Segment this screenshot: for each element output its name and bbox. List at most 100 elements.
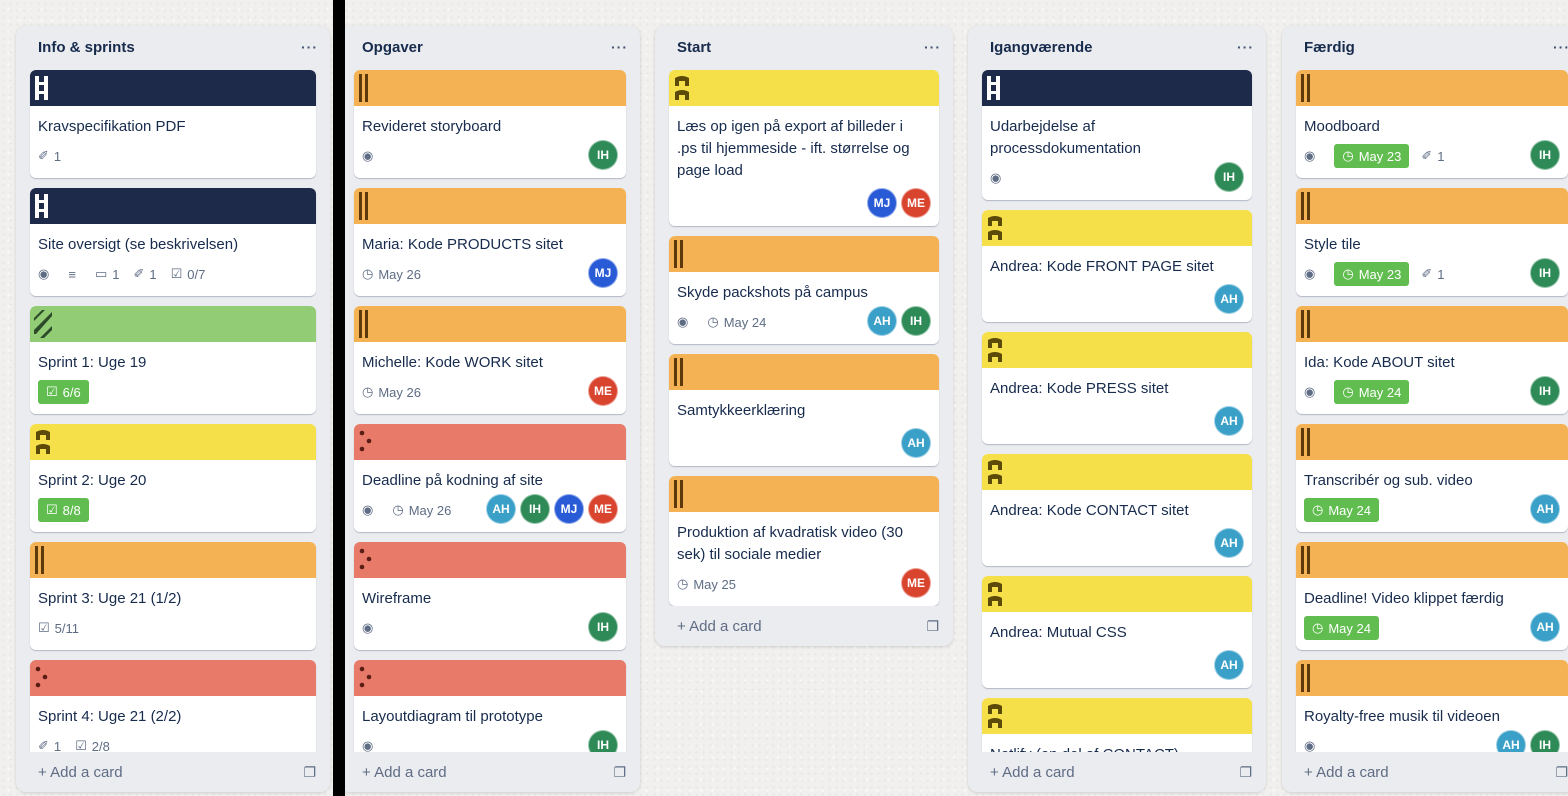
badge-eye: ◉	[362, 502, 378, 518]
card-members: AH	[1210, 406, 1244, 436]
due-date-badge[interactable]: ◷ May 24	[1334, 380, 1410, 404]
add-card-button[interactable]: + Add a card ❐	[16, 752, 330, 792]
card[interactable]: Revideret storyboard ◉ IH	[354, 70, 626, 178]
avatar[interactable]: ME	[588, 494, 618, 524]
avatar[interactable]: AH	[1530, 494, 1560, 524]
card[interactable]: Andrea: Kode FRONT PAGE sitet AH	[982, 210, 1252, 322]
card-title: Maria: Kode PRODUCTS sitet	[362, 236, 563, 253]
paperclip-icon: ✐	[1421, 266, 1433, 281]
avatar[interactable]: IH	[588, 612, 618, 642]
card[interactable]: Skyde packshots på campus ◉ ◷ May 24 AH IH	[669, 236, 939, 344]
add-card-button[interactable]: + Add a card ❐	[655, 606, 953, 646]
cover-pattern-icon	[674, 480, 683, 508]
card[interactable]: Ida: Kode ABOUT sitet ◉ ◷ May 24 IH	[1296, 306, 1568, 414]
clock-icon: ◷	[1312, 502, 1324, 517]
card[interactable]: Sprint 1: Uge 19 ☑ 6/6	[30, 306, 316, 414]
list-title[interactable]: Igangværende	[990, 39, 1093, 70]
card[interactable]: Transcribér og sub. video ◷ May 24 AH	[1296, 424, 1568, 532]
list-title[interactable]: Start	[677, 39, 711, 70]
card-cover	[354, 660, 626, 696]
list-title[interactable]: Færdig	[1304, 39, 1355, 70]
avatar[interactable]: AH	[1530, 612, 1560, 642]
avatar[interactable]: MJ	[554, 494, 584, 524]
card-title: Deadline på kodning af site	[362, 472, 543, 489]
due-date-badge[interactable]: ◷ May 23	[1334, 262, 1410, 286]
checklist-complete-badge[interactable]: ☑ 8/8	[38, 498, 89, 522]
card[interactable]: Kravspecifikation PDF ✐ 1	[30, 70, 316, 178]
template-icon[interactable]: ❐	[926, 618, 939, 635]
card-cover	[354, 424, 626, 460]
avatar[interactable]: AH	[867, 306, 897, 336]
card-cover	[30, 188, 316, 224]
list-title[interactable]: Opgaver	[362, 39, 423, 70]
due-date-badge[interactable]: ◷ May 23	[1334, 144, 1410, 168]
card-members: AH	[1210, 284, 1244, 314]
list-header: Start ···	[655, 26, 953, 70]
eye-icon: ◉	[677, 314, 689, 329]
list-title[interactable]: Info & sprints	[38, 39, 135, 70]
list-menu-icon[interactable]: ···	[924, 39, 941, 70]
avatar[interactable]: IH	[1530, 376, 1560, 406]
list-menu-icon[interactable]: ···	[1553, 39, 1568, 70]
clock-icon: ◷	[362, 384, 374, 399]
avatar[interactable]: AH	[1214, 528, 1244, 558]
card[interactable]: Sprint 2: Uge 20 ☑ 8/8	[30, 424, 316, 532]
avatar[interactable]: AH	[1214, 650, 1244, 680]
avatar[interactable]: IH	[901, 306, 931, 336]
due-date-badge[interactable]: ◷ May 24	[1304, 498, 1379, 522]
template-icon[interactable]: ❐	[613, 764, 626, 781]
add-card-button[interactable]: + Add a card ❐	[968, 752, 1266, 792]
badge-text: 5/11	[54, 620, 79, 636]
add-card-button[interactable]: + Add a card ❐	[1282, 752, 1568, 792]
list-menu-icon[interactable]: ···	[301, 39, 318, 70]
avatar[interactable]: IH	[1530, 140, 1560, 170]
card[interactable]: Sprint 3: Uge 21 (1/2) ☑ 5/11	[30, 542, 316, 650]
card[interactable]: Style tile ◉ ◷ May 23 ✐ 1 IH	[1296, 188, 1568, 296]
avatar[interactable]: IH	[1530, 258, 1560, 288]
due-date-badge[interactable]: ◷ May 24	[1304, 616, 1379, 640]
card-body: Læs op igen på export af billeder i .ps …	[669, 106, 939, 226]
card[interactable]: Michelle: Kode WORK sitet ◷ May 26 ME	[354, 306, 626, 414]
card[interactable]: Udarbejdelse af processdokumentation ◉ IH	[982, 70, 1252, 200]
card[interactable]: Samtykkeerklæring AH	[669, 354, 939, 466]
add-card-button[interactable]: + Add a card ❐	[340, 752, 640, 792]
avatar[interactable]: AH	[1214, 284, 1244, 314]
card[interactable]: Andrea: Kode PRESS sitet AH	[982, 332, 1252, 444]
avatar[interactable]: AH	[486, 494, 516, 524]
avatar[interactable]: MJ	[588, 258, 618, 288]
card-body: Andrea: Mutual CSS AH	[982, 612, 1252, 688]
avatar[interactable]: AH	[1214, 406, 1244, 436]
card[interactable]: Læs op igen på export af billeder i .ps …	[669, 70, 939, 226]
card[interactable]: Moodboard ◉ ◷ May 23 ✐ 1 IH	[1296, 70, 1568, 178]
paperclip-icon: ✐	[1421, 148, 1433, 163]
card[interactable]: Andrea: Mutual CSS AH	[982, 576, 1252, 688]
avatar[interactable]: ME	[901, 188, 931, 218]
card-list: Kravspecifikation PDF ✐ 1 Site oversigt (se…	[16, 70, 330, 768]
avatar[interactable]: IH	[588, 140, 618, 170]
card-title: Site oversigt (se beskrivelsen)	[38, 236, 239, 253]
card[interactable]: Deadline på kodning af site ◉ ◷ May 26 AH IH M…	[354, 424, 626, 532]
card[interactable]: Site oversigt (se beskrivelsen) ◉ ≡ ▭ 1 ✐ 1 ☑ 0/…	[30, 188, 316, 296]
badge-text: May 24	[1328, 502, 1371, 518]
card-cover	[669, 236, 939, 272]
avatar[interactable]: ME	[901, 568, 931, 598]
avatar[interactable]: AH	[901, 428, 931, 458]
card[interactable]: Andrea: Kode CONTACT sitet AH	[982, 454, 1252, 566]
card-title: Royalty-free musik til videoen	[1304, 708, 1500, 725]
list-menu-icon[interactable]: ···	[611, 39, 628, 70]
card-cover	[1296, 70, 1568, 106]
card[interactable]: Deadline! Video klippet færdig ◷ May 24 AH	[1296, 542, 1568, 650]
list-menu-icon[interactable]: ···	[1237, 39, 1254, 70]
avatar[interactable]: MJ	[867, 188, 897, 218]
card[interactable]: Maria: Kode PRODUCTS sitet ◷ May 26 MJ	[354, 188, 626, 296]
template-icon[interactable]: ❐	[1239, 764, 1252, 781]
avatar[interactable]: ME	[588, 376, 618, 406]
card-title: Michelle: Kode WORK sitet	[362, 354, 543, 371]
template-icon[interactable]: ❐	[1555, 764, 1568, 781]
card[interactable]: Produktion af kvadratisk video (30 sek) …	[669, 476, 939, 606]
template-icon[interactable]: ❐	[303, 764, 316, 781]
checklist-complete-badge[interactable]: ☑ 6/6	[38, 380, 89, 404]
card[interactable]: Wireframe ◉ IH	[354, 542, 626, 650]
avatar[interactable]: IH	[1214, 162, 1244, 192]
avatar[interactable]: IH	[520, 494, 550, 524]
